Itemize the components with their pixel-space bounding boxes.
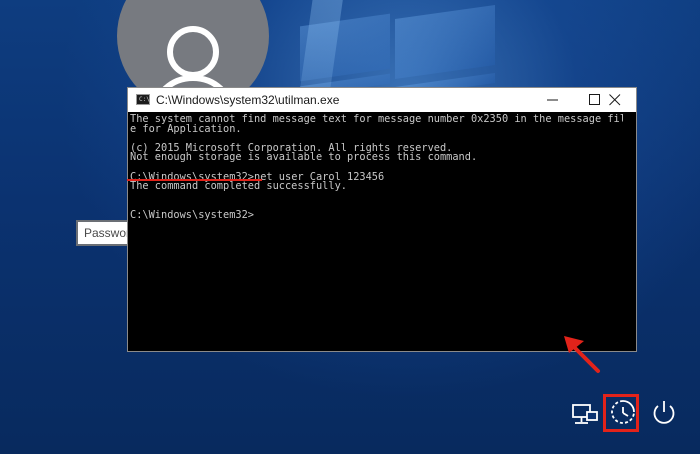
close-icon bbox=[609, 94, 621, 106]
cmd-window[interactable]: C:\ C:\Windows\system32\utilman.exe The … bbox=[127, 87, 637, 352]
console-output[interactable]: The system cannot find message text for … bbox=[130, 114, 628, 221]
minimize-button[interactable] bbox=[532, 88, 574, 112]
cmd-app-icon-label: C:\ bbox=[139, 96, 150, 103]
close-button[interactable] bbox=[594, 88, 636, 112]
console-line: e for Application. bbox=[130, 122, 242, 135]
command-underline-annotation bbox=[127, 179, 262, 181]
cmd-app-icon: C:\ bbox=[136, 94, 150, 105]
console-line: C:\Windows\system32> bbox=[130, 208, 254, 221]
console-line: Not enough storage is available to proce… bbox=[130, 151, 478, 164]
window-title: C:\Windows\system32\utilman.exe bbox=[156, 93, 340, 107]
network-icon[interactable] bbox=[570, 398, 600, 428]
console-line: The command completed successfully. bbox=[130, 180, 347, 193]
minimize-icon bbox=[547, 99, 558, 101]
console-scrollbar[interactable] bbox=[623, 112, 636, 351]
typed-command: net user Carol 123456 bbox=[254, 170, 385, 183]
power-icon[interactable] bbox=[649, 398, 679, 428]
ease-of-access-highlight-annotation bbox=[603, 394, 639, 432]
wallpaper-pane bbox=[395, 4, 495, 80]
red-arrow-annotation bbox=[564, 336, 600, 373]
cmd-titlebar[interactable]: C:\ C:\Windows\system32\utilman.exe bbox=[128, 88, 636, 112]
